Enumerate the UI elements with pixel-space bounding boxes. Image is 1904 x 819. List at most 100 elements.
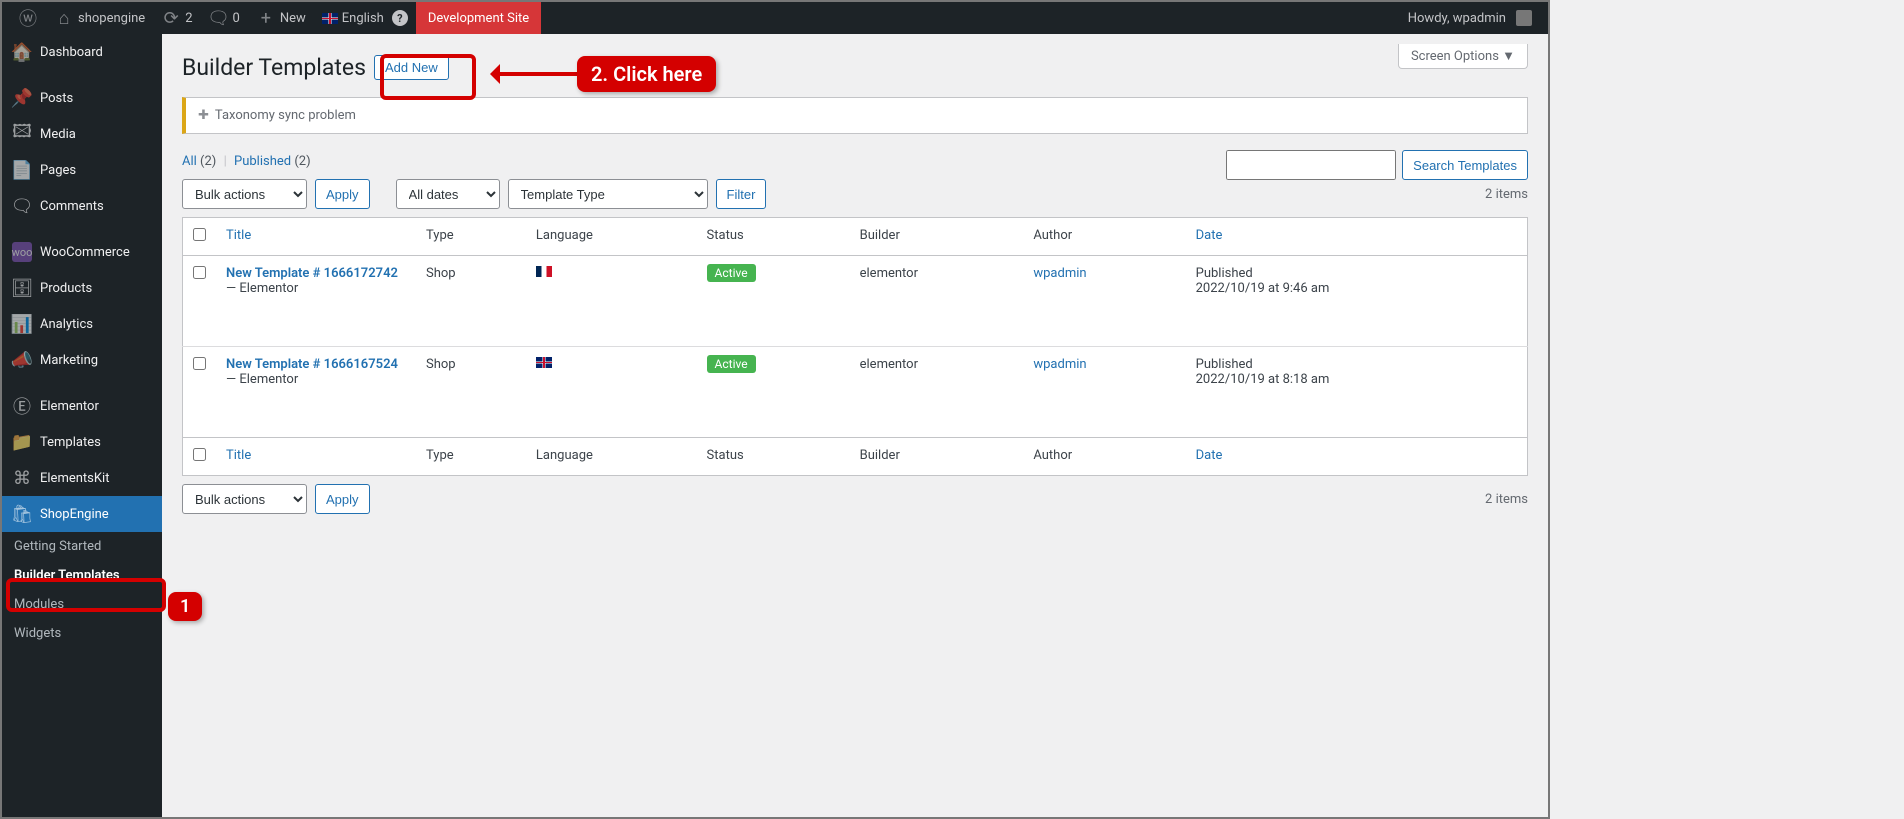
account-menu[interactable]: Howdy, wpadmin xyxy=(1400,2,1540,34)
home-icon: ⌂ xyxy=(54,8,74,28)
sidebar-item-products[interactable]: 🗄Products xyxy=(2,270,162,306)
col-type: Type xyxy=(416,218,526,256)
col-author: Author xyxy=(1023,218,1185,256)
template-builder: elementor xyxy=(850,256,1024,347)
search-input[interactable] xyxy=(1226,150,1396,180)
col-status: Status xyxy=(697,218,850,256)
status-badge: Active xyxy=(707,355,756,373)
screen-options-toggle[interactable]: Screen Options ▼ xyxy=(1398,44,1528,69)
apply-bulk-button-bottom[interactable]: Apply xyxy=(315,484,370,514)
date-label: Published xyxy=(1196,266,1253,281)
author-link[interactable]: wpadmin xyxy=(1033,266,1086,281)
comments-link[interactable]: 🗨0 xyxy=(201,2,248,34)
elementskit-icon: ⌘ xyxy=(12,468,32,488)
filter-published-count: (2) xyxy=(294,154,310,169)
col-language-foot: Language xyxy=(526,438,697,476)
sidebar-item-marketing[interactable]: 📣Marketing xyxy=(2,342,162,378)
woo-icon: woo xyxy=(12,242,32,262)
filter-all-link[interactable]: All xyxy=(182,154,197,169)
sidebar-item-templates[interactable]: 📁Templates xyxy=(2,424,162,460)
col-builder-foot: Builder xyxy=(850,438,1024,476)
items-count-top: 2 items xyxy=(1485,187,1528,202)
notice-text: Taxonomy sync problem xyxy=(215,108,356,123)
sidebar-item-woocommerce[interactable]: wooWooCommerce xyxy=(2,234,162,270)
col-author-foot: Author xyxy=(1023,438,1185,476)
date-filter-select[interactable]: All dates xyxy=(396,179,500,209)
products-icon: 🗄 xyxy=(12,278,32,298)
filter-button[interactable]: Filter xyxy=(716,179,767,209)
select-all-checkbox-top[interactable] xyxy=(193,228,206,241)
template-suffix: — Elementor xyxy=(226,281,298,296)
sidebar-sub-getting-started[interactable]: Getting Started xyxy=(2,532,162,561)
updates-count: 2 xyxy=(185,11,192,26)
template-title-link[interactable]: New Template # 1666167524 xyxy=(226,357,398,372)
lang-label: English xyxy=(342,11,384,26)
help-icon: ? xyxy=(392,10,408,26)
bulk-actions-select-bottom[interactable]: Bulk actions xyxy=(182,484,307,514)
pin-icon: 📌 xyxy=(12,88,32,108)
tablenav-bottom: Bulk actions Apply 2 items xyxy=(182,484,1528,514)
new-content-link[interactable]: +New xyxy=(248,2,314,34)
uk-flag-icon xyxy=(322,13,338,24)
admin-bar: ⓦ ⌂shopengine ⟳2 🗨0 +New English? Develo… xyxy=(2,2,1548,34)
add-new-button[interactable]: Add New xyxy=(374,55,449,80)
comment-icon: 🗨 xyxy=(209,8,229,28)
sidebar-item-pages[interactable]: 📄Pages xyxy=(2,152,162,188)
template-type-select[interactable]: Template Type xyxy=(508,179,708,209)
comments-count: 0 xyxy=(233,11,240,26)
select-all-checkbox-bottom[interactable] xyxy=(193,448,206,461)
sidebar-sub-widgets[interactable]: Widgets xyxy=(2,619,162,648)
col-title-foot[interactable]: Title xyxy=(216,438,416,476)
col-language: Language xyxy=(526,218,697,256)
template-type: Shop xyxy=(416,256,526,347)
sidebar-item-media[interactable]: 🖾Media xyxy=(2,116,162,152)
page-icon: 📄 xyxy=(12,160,32,180)
shopengine-icon: 🛍 xyxy=(12,504,32,524)
row-checkbox[interactable] xyxy=(193,266,206,279)
updates-link[interactable]: ⟳2 xyxy=(153,2,200,34)
table-row: New Template # 1666172742 — Elementor Sh… xyxy=(183,256,1528,347)
sidebar-item-elementskit[interactable]: ⌘ElementsKit xyxy=(2,460,162,496)
annotation-arrow xyxy=(492,72,577,76)
col-status-foot: Status xyxy=(697,438,850,476)
col-title[interactable]: Title xyxy=(216,218,416,256)
sidebar-item-comments[interactable]: 🗨Comments xyxy=(2,188,162,224)
apply-bulk-button[interactable]: Apply xyxy=(315,179,370,209)
sidebar-item-elementor[interactable]: ⒺElementor xyxy=(2,388,162,424)
template-title-link[interactable]: New Template # 1666172742 xyxy=(226,266,398,281)
filter-published-link[interactable]: Published xyxy=(234,154,291,169)
plus-icon: ✚ xyxy=(198,108,209,123)
sidebar-item-dashboard[interactable]: 🏠Dashboard xyxy=(2,34,162,70)
col-date[interactable]: Date xyxy=(1186,218,1528,256)
media-icon: 🖾 xyxy=(12,124,32,144)
col-date-foot[interactable]: Date xyxy=(1186,438,1528,476)
search-templates-button[interactable]: Search Templates xyxy=(1402,150,1528,180)
bulk-actions-select[interactable]: Bulk actions xyxy=(182,179,307,209)
date-value: 2022/10/19 at 8:18 am xyxy=(1196,372,1330,387)
new-label: New xyxy=(280,11,306,26)
howdy-text: Howdy, wpadmin xyxy=(1408,11,1506,26)
sidebar-sub-modules[interactable]: Modules xyxy=(2,590,162,619)
folder-icon: 📁 xyxy=(12,432,32,452)
language-switcher[interactable]: English? xyxy=(314,2,416,34)
row-checkbox[interactable] xyxy=(193,357,206,370)
dev-site-badge: Development Site xyxy=(416,2,541,34)
filter-all-count: (2) xyxy=(200,154,216,169)
analytics-icon: 📊 xyxy=(12,314,32,334)
col-type-foot: Type xyxy=(416,438,526,476)
sidebar-item-analytics[interactable]: 📊Analytics xyxy=(2,306,162,342)
sidebar-sub-builder-templates[interactable]: Builder Templates xyxy=(2,561,162,590)
date-value: 2022/10/19 at 9:46 am xyxy=(1196,281,1330,296)
sidebar-item-shopengine[interactable]: 🛍ShopEngine xyxy=(2,496,162,532)
refresh-icon: ⟳ xyxy=(161,8,181,28)
table-row: New Template # 1666167524 — Elementor Sh… xyxy=(183,347,1528,438)
col-builder: Builder xyxy=(850,218,1024,256)
wp-logo[interactable]: ⓦ xyxy=(10,2,46,34)
avatar xyxy=(1516,10,1532,26)
admin-sidebar: 🏠Dashboard 📌Posts 🖾Media 📄Pages 🗨Comment… xyxy=(2,34,162,817)
status-badge: Active xyxy=(707,264,756,282)
author-link[interactable]: wpadmin xyxy=(1033,357,1086,372)
site-name[interactable]: ⌂shopengine xyxy=(46,2,153,34)
sidebar-item-posts[interactable]: 📌Posts xyxy=(2,80,162,116)
annotation-callout-2: 2. Click here xyxy=(577,56,716,92)
